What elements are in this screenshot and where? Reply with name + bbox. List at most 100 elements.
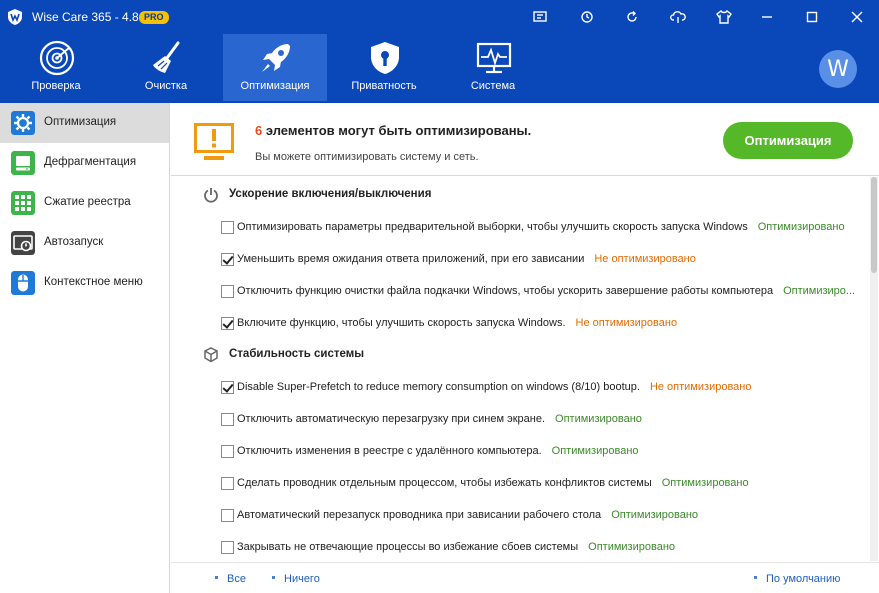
power-icon xyxy=(204,188,218,203)
shirt-icon[interactable] xyxy=(712,6,736,28)
maximize-icon[interactable] xyxy=(800,6,824,28)
option-row[interactable]: Disable Super-Prefetch to reduce memory … xyxy=(171,378,861,396)
option-label: Отключить функцию очистки файла подкачки… xyxy=(237,285,855,297)
optimize-gear-icon xyxy=(11,111,35,135)
option-text: Оптимизировать параметры предварительной… xyxy=(237,221,748,233)
close-icon[interactable] xyxy=(845,6,869,28)
option-text: Disable Super-Prefetch to reduce memory … xyxy=(237,381,640,393)
sidebar-item-registry[interactable]: Сжатие реестра xyxy=(0,183,169,223)
summary-subtitle: Вы можете оптимизировать систему и сеть. xyxy=(255,151,479,163)
option-row[interactable]: Включите функцию, чтобы улучшить скорост… xyxy=(171,314,861,332)
nav-tab-scan[interactable]: Проверка xyxy=(4,34,108,101)
disk-icon xyxy=(11,151,35,175)
option-checkbox[interactable] xyxy=(221,317,234,330)
app-logo-icon xyxy=(8,9,22,25)
nav-tab-optimize[interactable]: Оптимизация xyxy=(223,34,327,101)
sidebar-item-context-menu-label: Контекстное меню xyxy=(44,276,143,288)
summary-title-text: элементов могут быть оптимизированы. xyxy=(262,123,532,138)
sidebar-item-context-menu[interactable]: Контекстное меню xyxy=(0,263,169,303)
option-checkbox[interactable] xyxy=(221,477,234,490)
option-checkbox[interactable] xyxy=(221,221,234,234)
option-text: Автоматический перезапуск проводника при… xyxy=(237,509,602,521)
sidebar-item-startup-label: Автозапуск xyxy=(44,236,104,248)
refresh-icon[interactable] xyxy=(620,6,644,28)
option-label: Отключить изменения в реестре с удалённо… xyxy=(237,445,639,457)
option-status: Оптимизировано xyxy=(661,477,749,489)
option-row[interactable]: Отключить изменения в реестре с удалённо… xyxy=(171,442,861,460)
option-checkbox[interactable] xyxy=(221,445,234,458)
option-status: Оптимизировано xyxy=(757,221,845,233)
option-label: Сделать проводник отдельным процессом, ч… xyxy=(237,477,749,489)
monitor-warning-icon xyxy=(194,123,234,160)
option-row[interactable]: Отключить автоматическую перезагрузку пр… xyxy=(171,410,861,428)
option-text: Сделать проводник отдельным процессом, ч… xyxy=(237,477,652,489)
option-checkbox[interactable] xyxy=(221,509,234,522)
option-checkbox[interactable] xyxy=(221,253,234,266)
option-row[interactable]: Оптимизировать параметры предварительной… xyxy=(171,218,861,236)
broom-icon xyxy=(153,41,180,73)
option-status: Оптимизировано xyxy=(588,541,676,553)
default-label: По умолчанию xyxy=(766,573,841,585)
option-checkbox[interactable] xyxy=(221,541,234,554)
select-all-link[interactable]: Все xyxy=(215,573,246,585)
sidebar-item-defrag[interactable]: Дефрагментация xyxy=(0,143,169,183)
optimize-button[interactable]: Оптимизация xyxy=(723,122,853,159)
feedback-icon[interactable] xyxy=(528,6,552,28)
option-status: Оптимизировано xyxy=(551,445,639,457)
option-status: Не оптимизировано xyxy=(575,317,678,329)
option-label: Уменьшить время ожидания ответа приложен… xyxy=(237,253,696,265)
option-row[interactable]: Сделать проводник отдельным процессом, ч… xyxy=(171,474,861,492)
select-none-label: Ничего xyxy=(284,573,320,585)
bullet-icon xyxy=(272,575,275,579)
sidebar-item-optimize[interactable]: Оптимизация xyxy=(0,103,169,143)
option-checkbox[interactable] xyxy=(221,285,234,298)
optimization-list: Ускорение включения/выключения Оптимизир… xyxy=(171,177,879,561)
default-link[interactable]: По умолчанию xyxy=(754,573,840,585)
update-icon[interactable] xyxy=(575,6,599,28)
option-checkbox[interactable] xyxy=(221,413,234,426)
option-checkbox[interactable] xyxy=(221,381,234,394)
minimize-icon[interactable] xyxy=(755,6,779,28)
nav-tab-optimize-label: Оптимизация xyxy=(240,80,310,92)
option-label: Disable Super-Prefetch to reduce memory … xyxy=(237,381,751,393)
option-label: Отключить автоматическую перезагрузку пр… xyxy=(237,413,642,425)
option-row[interactable]: Отключить функцию очистки файла подкачки… xyxy=(171,282,861,300)
nav-tab-clean-label: Очистка xyxy=(144,80,188,92)
select-none-link[interactable]: Ничего xyxy=(272,573,320,585)
bullet-icon xyxy=(215,575,218,579)
option-text: Закрывать не отвечающие процессы во избе… xyxy=(237,541,579,553)
section-header: Ускорение включения/выключения xyxy=(171,185,861,205)
sidebar: Оптимизация Дефрагментация Сжатие реестр… xyxy=(0,103,170,593)
select-all-label: Все xyxy=(227,573,246,585)
title-bar: Wise Care 365 - 4.8.4 PRO xyxy=(0,0,879,34)
section-header: Стабильность системы xyxy=(171,345,861,365)
option-row[interactable]: Закрывать не отвечающие процессы во избе… xyxy=(171,538,861,556)
nav-tab-privacy[interactable]: Приватность xyxy=(332,34,436,101)
cloud-icon[interactable] xyxy=(666,6,690,28)
nav-tab-privacy-label: Приватность xyxy=(351,80,417,92)
scrollbar-thumb[interactable] xyxy=(871,177,877,273)
nav-tab-system[interactable]: Система xyxy=(441,34,545,101)
option-status: Не оптимизировано xyxy=(594,253,696,265)
rocket-icon xyxy=(262,44,290,72)
sidebar-item-registry-label: Сжатие реестра xyxy=(44,196,131,208)
section-title: Ускорение включения/выключения xyxy=(229,188,432,200)
option-row[interactable]: Автоматический перезапуск проводника при… xyxy=(171,506,861,524)
avatar[interactable]: W xyxy=(819,50,857,88)
nav-tab-scan-label: Проверка xyxy=(31,80,81,92)
startup-icon xyxy=(11,231,35,255)
bullet-icon xyxy=(754,575,757,579)
option-label: Закрывать не отвечающие процессы во избе… xyxy=(237,541,675,553)
option-row[interactable]: Уменьшить время ожидания ответа приложен… xyxy=(171,250,861,268)
option-text: Отключить функцию очистки файла подкачки… xyxy=(237,285,774,297)
app-title: Wise Care 365 - 4.8.4 xyxy=(32,10,149,24)
option-text: Уменьшить время ожидания ответа приложен… xyxy=(237,253,585,265)
list-scrollbar[interactable] xyxy=(870,177,878,561)
sidebar-item-startup[interactable]: Автозапуск xyxy=(0,223,169,263)
option-text: Отключить автоматическую перезагрузку пр… xyxy=(237,413,546,425)
nav-tab-clean[interactable]: Очистка xyxy=(114,34,218,101)
option-text: Включите функцию, чтобы улучшить скорост… xyxy=(237,317,566,329)
option-label: Автоматический перезапуск проводника при… xyxy=(237,509,698,521)
registry-icon xyxy=(11,191,35,215)
footer: Все Ничего По умолчанию xyxy=(171,562,879,593)
